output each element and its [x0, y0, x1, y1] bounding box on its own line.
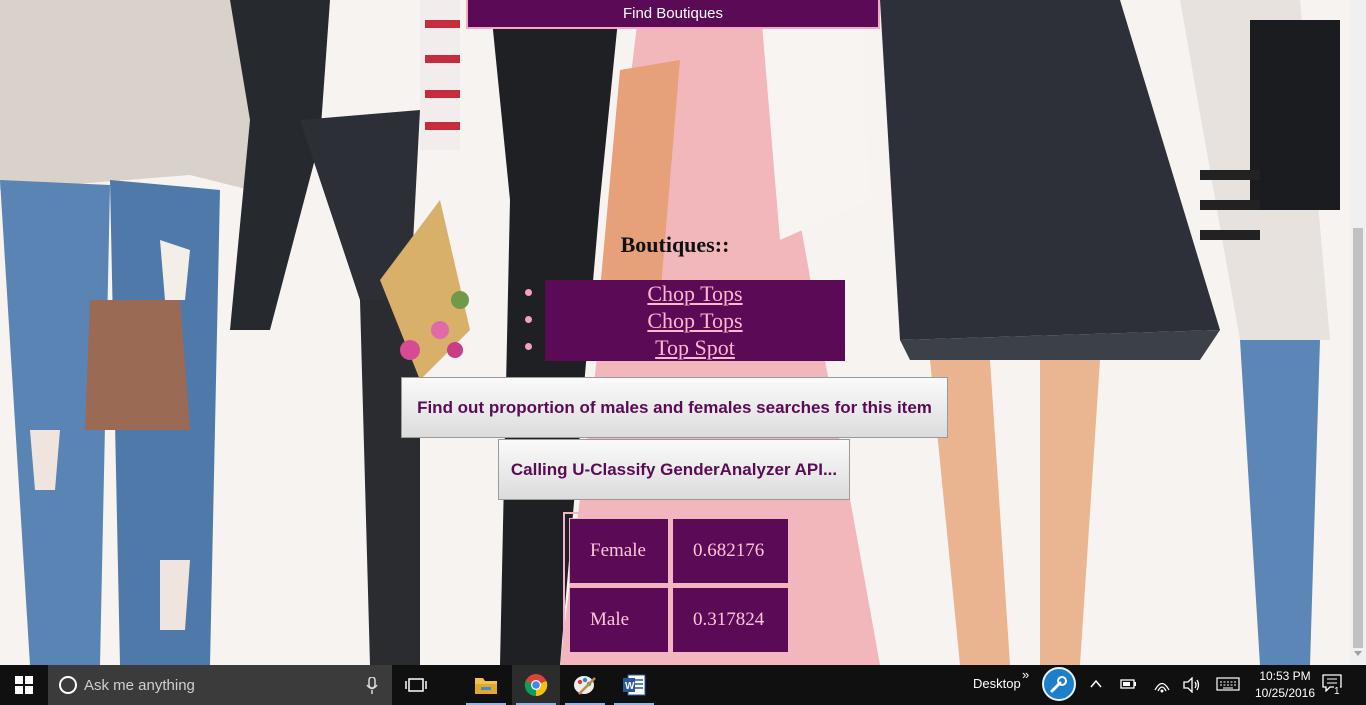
start-button[interactable]	[0, 665, 48, 705]
file-explorer-icon	[475, 678, 497, 694]
microphone-icon[interactable]	[366, 677, 378, 695]
find-gender-proportion-button[interactable]: Find out proportion of males and females…	[401, 377, 948, 438]
scrollbar-thumb[interactable]	[1353, 228, 1363, 648]
windows-taskbar: Ask me anything W Desktop » 10:53 PM 10/…	[0, 665, 1366, 705]
toolbar-chevron-icon[interactable]: »	[1022, 667, 1029, 682]
clock-date[interactable]: 10/25/2016	[1250, 686, 1320, 700]
search-placeholder: Ask me anything	[84, 677, 195, 694]
boutiques-heading: Boutiques::	[620, 232, 730, 257]
wifi-icon[interactable]	[1153, 677, 1171, 693]
paint-icon	[574, 676, 596, 695]
table-row: Male 0.317824	[569, 587, 789, 653]
clock-time[interactable]: 10:53 PM	[1250, 669, 1320, 683]
svg-text:W: W	[625, 681, 635, 692]
taskbar-word[interactable]: W	[610, 665, 658, 705]
cortana-icon	[59, 676, 77, 694]
table-row: Female 0.682176	[569, 518, 789, 584]
boutique-link[interactable]: Chop Tops	[545, 280, 845, 307]
battery-icon[interactable]	[1120, 677, 1138, 691]
show-hidden-icons-chevron-icon[interactable]	[1090, 677, 1102, 691]
windows-logo-icon	[15, 676, 33, 694]
boutique-link[interactable]: Chop Tops	[545, 307, 845, 334]
task-view-icon	[405, 678, 427, 692]
result-label: Female	[569, 518, 669, 584]
wrench-tool-icon[interactable]	[1042, 667, 1076, 701]
page-scrollbar[interactable]	[1350, 0, 1366, 665]
notification-count-badge: 1	[1334, 686, 1340, 697]
result-value: 0.682176	[672, 518, 789, 584]
boutique-list: Chop Tops Chop Tops Top Spot	[545, 280, 845, 361]
taskbar-paint[interactable]	[561, 665, 609, 705]
cortana-search-box[interactable]: Ask me anything	[48, 665, 392, 705]
word-icon: W	[623, 674, 646, 696]
keyboard-icon[interactable]	[1216, 677, 1240, 691]
result-label: Male	[569, 587, 669, 653]
gender-results-table: Female 0.682176 Male 0.317824	[563, 512, 795, 659]
taskbar-chrome[interactable]	[512, 665, 560, 705]
gender-analyzer-api-button[interactable]: Calling U-Classify GenderAnalyzer API...	[498, 439, 850, 500]
taskbar-file-explorer[interactable]	[462, 665, 510, 705]
chrome-icon	[524, 674, 548, 697]
volume-icon[interactable]	[1183, 677, 1201, 693]
result-value: 0.317824	[672, 587, 789, 653]
task-view-button[interactable]	[392, 665, 440, 705]
find-boutiques-button[interactable]: Find Boutiques	[466, 0, 880, 29]
scroll-down-arrow-icon[interactable]	[1354, 651, 1362, 656]
boutique-link[interactable]: Top Spot	[545, 334, 845, 361]
desktop-toolbar-label[interactable]: Desktop	[973, 676, 1021, 691]
